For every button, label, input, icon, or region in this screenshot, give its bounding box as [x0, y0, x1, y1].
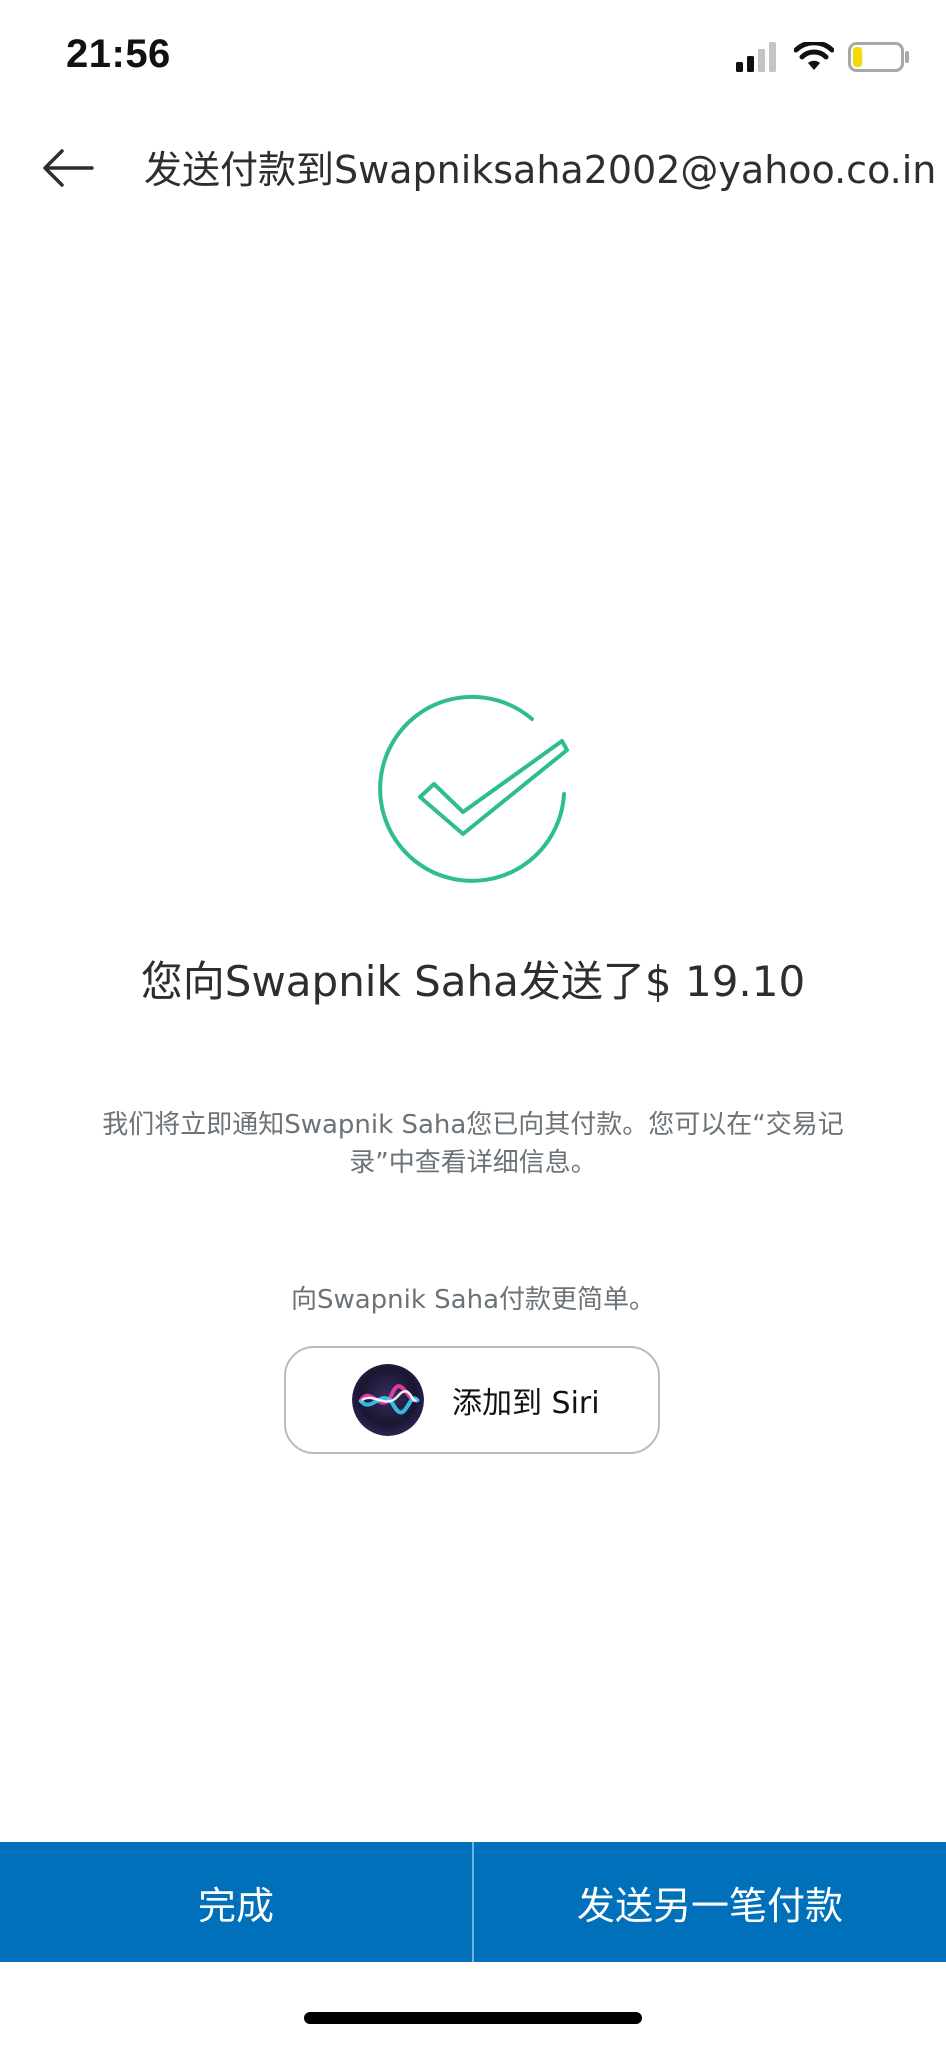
- payment-success-screen: 21:56 发送付款到Swapniksaha2002@yahoo.co.in 您…: [0, 0, 946, 2048]
- siri-hint: 向Swapnik Saha付款更简单。: [290, 1285, 656, 1315]
- arrow-left-icon: [42, 148, 94, 192]
- back-button[interactable]: [36, 138, 100, 202]
- wifi-icon: [794, 42, 834, 72]
- bottom-action-bar: 完成 发送另一笔付款: [0, 1842, 946, 1962]
- page-title: 发送付款到Swapniksaha2002@yahoo.co.in: [144, 148, 934, 192]
- done-button[interactable]: 完成: [0, 1842, 472, 1962]
- header: 发送付款到Swapniksaha2002@yahoo.co.in: [0, 120, 946, 220]
- siri-icon: [286, 1364, 424, 1436]
- status-icons: [736, 40, 910, 74]
- battery-icon: [848, 42, 910, 72]
- send-another-payment-button[interactable]: 发送另一笔付款: [474, 1842, 946, 1962]
- add-to-siri-button[interactable]: 添加到 Siri: [284, 1346, 660, 1454]
- status-time: 21:56: [66, 32, 171, 76]
- status-bar: 21:56: [0, 0, 946, 110]
- cellular-signal-icon: [736, 42, 780, 72]
- add-to-siri-label: 添加到 Siri: [452, 1386, 600, 1421]
- home-indicator[interactable]: [304, 2012, 642, 2024]
- check-circle-icon: [368, 684, 578, 894]
- success-heading: 您向Swapnik Saha发送了$ 19.10: [140, 957, 806, 1006]
- notification-notice: 我们将立即通知Swapnik Saha您已向其付款。您可以在“交易记录”中查看详…: [102, 1110, 844, 1178]
